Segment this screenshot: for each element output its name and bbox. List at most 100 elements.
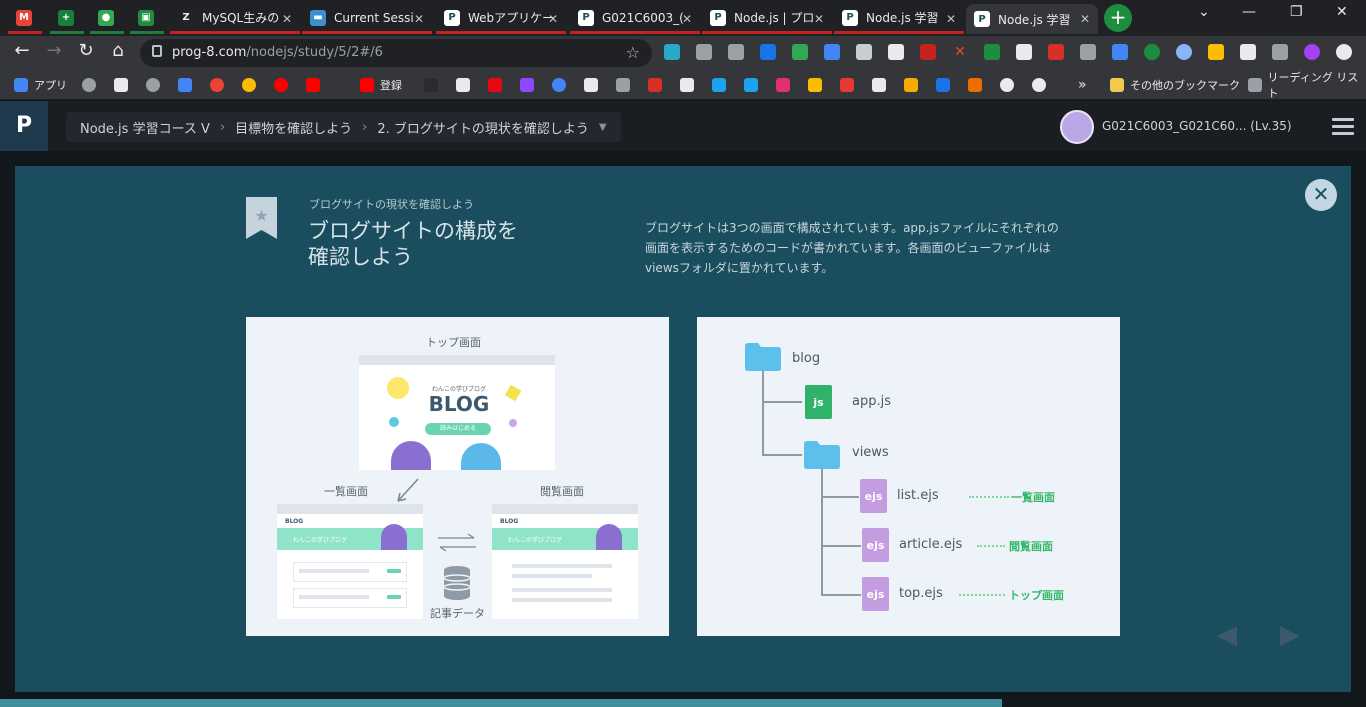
tab-nodejs-active[interactable]: P Node.js 学習 ✕ [966,4,1098,34]
tab-webapp[interactable]: P Webアプリケー ✕ [436,4,566,34]
bookmark-netflix[interactable] [488,77,508,93]
extension-icon[interactable] [824,44,840,60]
breadcrumb-course[interactable]: Node.js 学習コース V [80,118,210,137]
next-slide-icon[interactable]: ▶ [1280,620,1300,650]
close-icon[interactable]: ✕ [952,44,968,60]
bookmark-item[interactable] [904,77,924,93]
back-icon[interactable]: ← [10,39,34,63]
close-icon[interactable]: ✕ [548,12,558,26]
extension-icon[interactable] [1016,44,1032,60]
extension-icon[interactable] [1080,44,1096,60]
extension-icon[interactable] [1144,44,1160,60]
extension-icon[interactable] [888,44,904,60]
bookmark-star-icon[interactable]: ☆ [626,43,640,62]
extension-icon[interactable] [696,44,712,60]
bookmark-apps[interactable]: アプリ [14,77,67,93]
bookmark-star[interactable] [114,77,134,93]
bookmark-google[interactable] [242,77,262,93]
extension-icon[interactable] [856,44,872,60]
bookmark-settings[interactable] [82,77,102,93]
new-tab-button[interactable]: + [1104,4,1132,32]
close-icon[interactable]: ✕ [814,12,824,26]
bookmark-item[interactable] [680,77,700,93]
tab-gmail[interactable]: M [8,4,42,34]
chevron-down-icon[interactable]: ▼ [599,122,607,133]
hamburger-menu-icon[interactable] [1332,118,1354,136]
bookmark-twitter[interactable] [744,77,764,93]
tab-search-icon[interactable]: ⌄ [1198,4,1210,20]
progate-logo-icon[interactable]: P [0,101,48,151]
bookmark-item[interactable] [840,77,860,93]
bookmark-tver[interactable] [584,77,604,93]
bookmark-twitter[interactable] [712,77,732,93]
extension-icon[interactable] [920,44,936,60]
bookmark-reading-list[interactable]: リーディング リスト [1248,71,1366,100]
close-icon[interactable]: ✕ [946,12,956,26]
slide-subtitle: ブログサイトの現状を確認しよう [309,198,474,211]
extension-icon[interactable] [792,44,808,60]
bookmark-item[interactable] [552,77,572,93]
translate-icon [178,78,192,92]
bookmark-translate[interactable] [178,77,198,93]
extension-icon[interactable] [760,44,776,60]
extension-icon[interactable] [1240,44,1256,60]
window-close-icon[interactable]: ✕ [1336,4,1348,20]
tab-session[interactable]: ▬ Current Sessi ✕ [302,4,432,34]
tab-mysql[interactable]: Z MySQL生みの ✕ [170,4,300,34]
tab-sheets[interactable]: + [50,4,84,34]
address-bar[interactable]: prog-8.com/nodejs/study/5/2#/6 ☆ [140,39,652,67]
puzzle-icon[interactable] [1272,44,1288,60]
extension-icon[interactable] [664,44,680,60]
restore-icon[interactable]: ❐ [1290,4,1303,20]
forward-icon[interactable]: → [42,39,66,63]
home-icon[interactable]: ⌂ [106,39,130,63]
bookmark-item[interactable] [616,77,636,93]
bookmark-item[interactable] [872,77,892,93]
close-icon[interactable]: ✕ [682,12,692,26]
bookmark-item[interactable] [648,77,668,93]
tab-user[interactable]: P G021C6003_( ✕ [570,4,700,34]
dog-mascot-image [391,441,431,470]
tab-chat[interactable]: ● [90,4,124,34]
close-icon[interactable]: ✕ [1080,12,1090,26]
extension-icon[interactable] [1304,44,1320,60]
username[interactable]: G021C6003_G021C60... (Lv.35) [1102,119,1292,133]
tab-nodejs-pro[interactable]: P Node.js | プロ ✕ [702,4,832,34]
more-bookmarks-icon[interactable]: » [1078,77,1087,93]
extension-icon[interactable] [1112,44,1128,60]
extension-icon[interactable] [728,44,744,60]
bookmark-item[interactable] [424,77,444,93]
breadcrumb-goal[interactable]: 目標物を確認しよう [235,118,352,137]
breadcrumb-step[interactable]: 2. ブログサイトの現状を確認しよう [377,118,589,137]
bookmark-item[interactable] [936,77,956,93]
extension-icon[interactable] [1176,44,1192,60]
pdf-icon[interactable] [1048,44,1064,60]
bookmark-register[interactable]: 登録 [360,77,402,93]
bookmark-item[interactable] [1032,77,1052,93]
close-icon[interactable]: ✕ [1305,179,1337,211]
tab-classroom[interactable]: ▣ [130,4,164,34]
bookmark-other[interactable]: その他のブックマーク [1110,77,1240,93]
warning-icon[interactable] [1208,44,1224,60]
profile-icon[interactable] [1336,44,1352,60]
bookmark-google[interactable] [210,77,230,93]
avatar[interactable] [1060,110,1094,144]
classroom-icon: ▣ [138,9,154,26]
check-icon[interactable] [984,44,1000,60]
prev-slide-icon[interactable]: ◀ [1217,620,1237,650]
bookmark-drive[interactable] [808,77,828,93]
bookmark-item[interactable] [1000,77,1020,93]
bookmark-youtube[interactable] [274,77,294,93]
tab-nodejs-study[interactable]: P Node.js 学習 ✕ [834,4,964,34]
bookmark-history[interactable] [146,77,166,93]
close-icon[interactable]: ✕ [282,12,292,26]
minimize-icon[interactable]: — [1242,4,1256,20]
close-icon[interactable]: ✕ [414,12,424,26]
ejs-file-icon: ejs [860,479,887,513]
bookmark-item[interactable] [456,77,476,93]
bookmark-twitch[interactable] [520,77,540,93]
reload-icon[interactable]: ↻ [74,39,98,63]
bookmark-instagram[interactable] [776,77,796,93]
bookmark-item[interactable] [968,77,988,93]
bookmark-youtube[interactable] [306,77,326,93]
